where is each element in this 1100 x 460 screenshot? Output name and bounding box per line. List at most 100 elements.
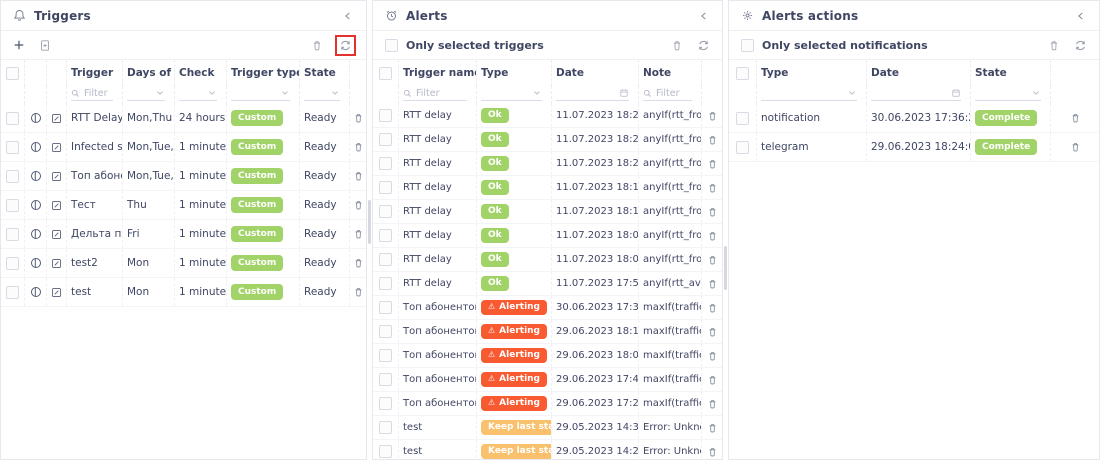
column-header-type[interactable]: Type — [757, 60, 867, 86]
trash-icon[interactable] — [350, 104, 366, 132]
row-checkbox[interactable] — [379, 349, 392, 362]
alert-row[interactable]: RTT delay Ok 11.07.2023 18:08:04 anyIf(r… — [373, 224, 722, 248]
trigger-row[interactable]: Топ абонен Mon,Tue,We 1 minute Custom Re… — [1, 162, 366, 191]
alert-row[interactable]: RTT delay Ok 11.07.2023 18:03:45 anyIf(r… — [373, 248, 722, 272]
row-checkbox[interactable] — [379, 205, 392, 218]
trigger-row[interactable]: RTT Delay Mon,Thu 24 hours Custom Ready — [1, 104, 366, 133]
eye-toggle-icon[interactable] — [25, 249, 47, 277]
alert-row[interactable]: Топ абонентов Alerting 30.06.2023 17:31:… — [373, 296, 722, 320]
only-selected-triggers-checkbox[interactable] — [385, 39, 398, 52]
state-filter-select[interactable] — [971, 86, 1051, 104]
add-trigger-button[interactable] — [13, 39, 25, 51]
select-all-alerts-checkbox[interactable] — [379, 67, 392, 80]
row-checkbox[interactable] — [379, 133, 392, 146]
trash-icon[interactable] — [702, 440, 722, 460]
date-filter-input[interactable] — [552, 86, 639, 104]
alert-action-row[interactable]: notification 30.06.2023 17:36:23 Complet… — [729, 104, 1099, 133]
collapse-panel-button[interactable] — [342, 10, 354, 22]
row-checkbox[interactable] — [379, 157, 392, 170]
trash-icon[interactable] — [702, 392, 722, 415]
row-checkbox[interactable] — [379, 109, 392, 122]
row-checkbox[interactable] — [6, 170, 19, 183]
resizer-handle[interactable] — [368, 200, 371, 244]
only-selected-triggers-toggle[interactable]: Only selected triggers — [385, 39, 544, 52]
refresh-actions-button[interactable] — [1074, 39, 1087, 52]
eye-toggle-icon[interactable] — [25, 162, 47, 190]
column-header-date[interactable]: Date — [552, 60, 639, 86]
row-checkbox[interactable] — [6, 199, 19, 212]
trash-icon[interactable] — [350, 133, 366, 161]
row-checkbox[interactable] — [379, 181, 392, 194]
trash-icon[interactable] — [702, 128, 722, 151]
panel-resizer[interactable] — [367, 0, 372, 460]
trigger-type-filter-select[interactable] — [227, 86, 300, 104]
column-header-state[interactable]: State — [971, 60, 1051, 86]
trigger-row[interactable]: test Mon 1 minute Custom Ready — [1, 278, 366, 307]
delete-selected-actions-button[interactable] — [1048, 39, 1060, 52]
trash-icon[interactable] — [702, 296, 722, 319]
alert-row[interactable]: Топ абонентов Alerting 29.06.2023 17:41:… — [373, 368, 722, 392]
eye-toggle-icon[interactable] — [25, 191, 47, 219]
edit-icon[interactable] — [47, 191, 67, 219]
alert-row[interactable]: RTT delay Ok 11.07.2023 18:21:24 anyIf(r… — [373, 152, 722, 176]
row-checkbox[interactable] — [736, 141, 749, 154]
alert-row[interactable]: RTT delay Ok 11.07.2023 17:55:23 anyIf(r… — [373, 272, 722, 296]
alert-row[interactable]: RTT delay Ok 11.07.2023 18:25:24 anyIf(r… — [373, 128, 722, 152]
row-checkbox[interactable] — [6, 141, 19, 154]
column-header-days[interactable]: Days of — [123, 60, 175, 86]
eye-toggle-icon[interactable] — [25, 133, 47, 161]
alert-action-row[interactable]: telegram 29.06.2023 18:24:04 Complete — [729, 133, 1099, 162]
collapse-panel-button[interactable] — [1075, 10, 1087, 22]
delete-selected-alerts-button[interactable] — [671, 39, 683, 52]
trash-icon[interactable] — [1051, 133, 1099, 161]
delete-selected-triggers-button[interactable] — [311, 39, 323, 52]
row-checkbox[interactable] — [379, 373, 392, 386]
resizer-handle[interactable] — [724, 246, 727, 290]
days-filter-select[interactable] — [123, 86, 175, 104]
row-checkbox[interactable] — [379, 421, 392, 434]
row-checkbox[interactable] — [6, 228, 19, 241]
column-header-note[interactable]: Note — [639, 60, 702, 86]
edit-icon[interactable] — [47, 104, 67, 132]
trash-icon[interactable] — [702, 368, 722, 391]
column-header-trigger-name[interactable]: Trigger name — [399, 60, 477, 86]
note-filter-input[interactable]: Filter — [639, 86, 702, 104]
trash-icon[interactable] — [702, 224, 722, 247]
trash-icon[interactable] — [350, 220, 366, 248]
panel-resizer[interactable] — [723, 0, 728, 460]
row-checkbox[interactable] — [6, 112, 19, 125]
eye-toggle-icon[interactable] — [25, 104, 47, 132]
alert-row[interactable]: RTT delay Ok 11.07.2023 18:17:45 anyIf(r… — [373, 176, 722, 200]
edit-icon[interactable] — [47, 278, 67, 306]
edit-icon[interactable] — [47, 249, 67, 277]
trash-icon[interactable] — [702, 104, 722, 127]
date-filter-input[interactable] — [867, 86, 971, 104]
column-header-trigger[interactable]: Trigger — [67, 60, 123, 86]
type-filter-select[interactable] — [757, 86, 867, 104]
alert-row[interactable]: test Keep last state 29.05.2023 14:31:02… — [373, 416, 722, 440]
row-checkbox[interactable] — [379, 325, 392, 338]
trash-icon[interactable] — [702, 152, 722, 175]
trash-icon[interactable] — [350, 191, 366, 219]
alert-row[interactable]: RTT delay Ok 11.07.2023 18:12:03 anyIf(r… — [373, 200, 722, 224]
check-filter-select[interactable] — [175, 86, 227, 104]
trigger-row[interactable]: test2 Mon 1 minute Custom Ready — [1, 249, 366, 278]
state-filter-select[interactable] — [300, 86, 350, 104]
trash-icon[interactable] — [1051, 104, 1099, 132]
trash-icon[interactable] — [702, 416, 722, 439]
trigger-row[interactable]: Дельта пак Fri 1 minute Custom Ready — [1, 220, 366, 249]
row-checkbox[interactable] — [379, 229, 392, 242]
trash-icon[interactable] — [702, 320, 722, 343]
only-selected-notifications-toggle[interactable]: Only selected notifications — [741, 39, 928, 52]
collapse-panel-button[interactable] — [698, 10, 710, 22]
row-checkbox[interactable] — [379, 397, 392, 410]
select-all-triggers-checkbox[interactable] — [6, 67, 19, 80]
alert-row[interactable]: RTT delay Ok 11.07.2023 18:29:02 anyIf(r… — [373, 104, 722, 128]
column-header-state[interactable]: State — [300, 60, 350, 86]
column-header-type[interactable]: Type — [477, 60, 552, 86]
alert-row[interactable]: Топ абонентов Alerting 29.06.2023 17:22:… — [373, 392, 722, 416]
row-checkbox[interactable] — [379, 253, 392, 266]
trigger-name-filter-input[interactable]: Filter — [67, 86, 123, 104]
select-all-actions-checkbox[interactable] — [736, 67, 749, 80]
row-checkbox[interactable] — [379, 301, 392, 314]
